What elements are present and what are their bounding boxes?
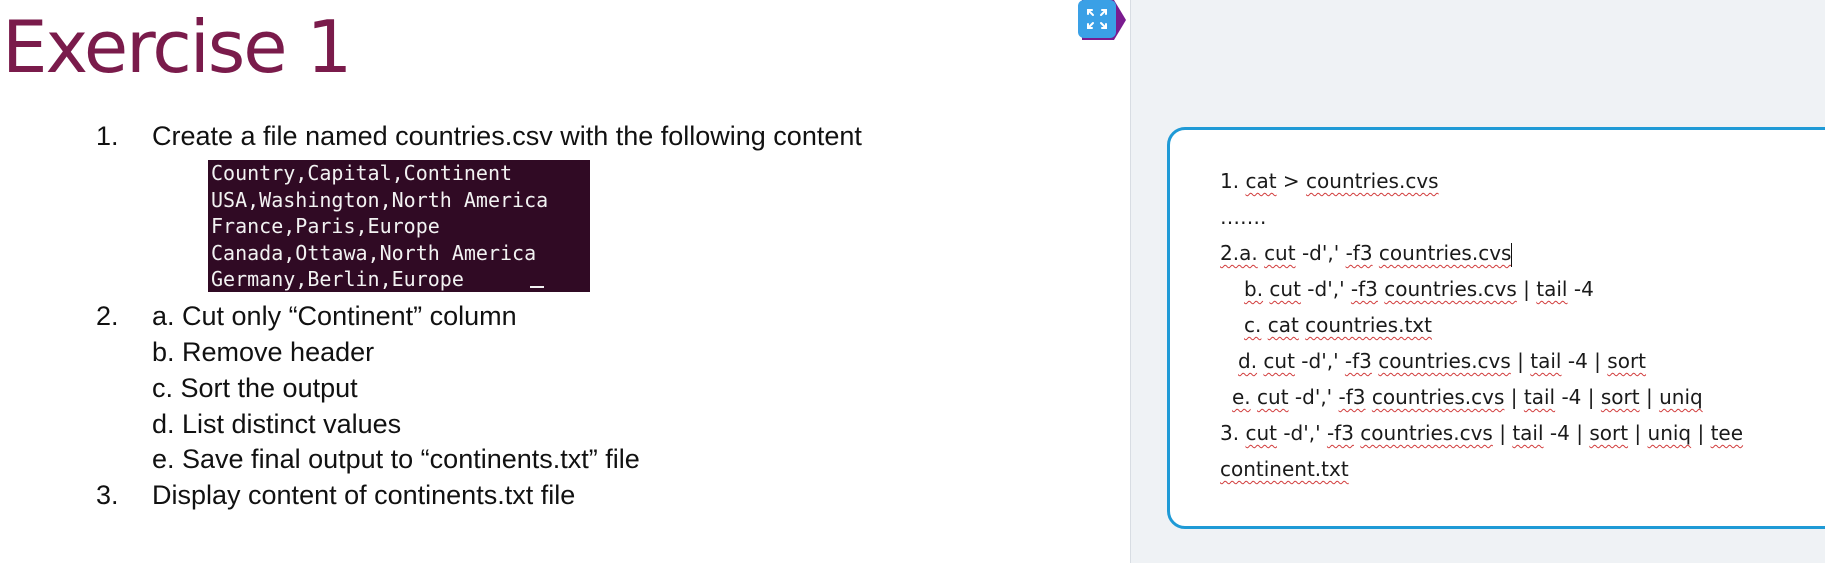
answer-file: countries.cvs (1371, 385, 1505, 409)
expand-button[interactable] (1078, 0, 1126, 40)
answer-line-9: continent.txt (1220, 455, 1349, 483)
answer-file: countries.cvs (1360, 421, 1493, 445)
answer-opt: -f3 (1350, 277, 1378, 301)
answer-pipe: | (1576, 421, 1583, 445)
answer-label: c. (1244, 313, 1262, 337)
answer-opt: -d',' (1283, 421, 1321, 445)
answer-line-6: d. cut -d',' -f3 countries.cvs | tail -4… (1238, 347, 1646, 375)
answer-pipe: | (1517, 349, 1524, 373)
answer-opt: -4 (1561, 385, 1582, 409)
answer-line-7: e. cut -d',' -f3 countries.cvs | tail -4… (1232, 383, 1703, 411)
answer-opt: -f3 (1326, 421, 1354, 445)
answer-pipe: | (1697, 421, 1705, 445)
answer-cmd: cut (1257, 385, 1289, 409)
answer-label: 2.a. (1220, 241, 1258, 265)
answer-label: e. (1232, 385, 1251, 409)
sub-item-e: e. Save final output to “continents.txt”… (152, 444, 640, 474)
answer-opt: -d',' (1294, 385, 1333, 409)
answer-cmd: cut (1264, 241, 1296, 265)
answer-opt: -4 (1549, 421, 1570, 445)
terminal-line: France,Paris,Europe (211, 214, 440, 238)
answer-tail: tail (1536, 277, 1568, 301)
list-text: Create a file named countries.csv with t… (152, 121, 862, 151)
answer-opt: -4 (1573, 277, 1594, 301)
answer-sort: sort (1607, 349, 1647, 373)
answer-line-5: c. cat countries.txt (1244, 311, 1432, 339)
sub-item-b: b. Remove header (152, 337, 375, 367)
answer-opt: -4 (1567, 349, 1588, 373)
answer-file: countries.cvs (1378, 241, 1512, 265)
expand-arrows-icon (1078, 0, 1126, 40)
terminal-line: USA,Washington,North America (211, 187, 549, 212)
answer-tail: tail (1523, 385, 1556, 409)
answer-opt: -f3 (1338, 385, 1366, 409)
answer-tee: tee (1710, 421, 1744, 445)
answer-cmd: cat (1245, 169, 1277, 193)
answer-file: countries.cvs (1306, 169, 1439, 193)
answer-sort: sort (1589, 421, 1629, 445)
answer-opt: -f3 (1344, 349, 1372, 373)
answer-line-4: b. cut -d',' -f3 countries.cvs | tail -4 (1244, 275, 1594, 303)
answer-pipe: | (1523, 277, 1530, 301)
answer-opt: -d',' (1301, 349, 1339, 373)
answer-label: b. (1244, 277, 1264, 301)
terminal-line: Germany,Berlin,Europe (211, 267, 464, 291)
answer-pipe: | (1634, 421, 1642, 445)
answer-pipe: | (1510, 385, 1518, 409)
answer-file: countries.cvs (1378, 349, 1511, 373)
answer-line-8: 3. cut -d',' -f3 countries.cvs | tail -4… (1220, 419, 1743, 447)
terminal-cursor (530, 286, 544, 288)
answer-file: continent.txt (1220, 457, 1349, 481)
list-number: 1. (96, 121, 119, 151)
answer-sep: > (1282, 169, 1300, 193)
answer-pipe: | (1645, 385, 1653, 409)
answer-opt: -f3 (1345, 241, 1373, 265)
list-number: 2. (96, 301, 119, 331)
answer-pipe: | (1499, 421, 1506, 445)
answer-line-1: 1. cat > countries.cvs (1220, 167, 1439, 195)
slide-title: Exercise 1 (2, 5, 352, 89)
answer-tail: tail (1512, 421, 1544, 445)
answer-opt: -d',' (1301, 241, 1340, 265)
text-caret (1511, 242, 1513, 267)
answer-file: countries.txt (1305, 313, 1432, 337)
list-number: 3. (96, 480, 119, 510)
sub-item-c: c. Sort the output (152, 373, 358, 403)
answer-uniq: uniq (1659, 385, 1703, 409)
answer-uniq: uniq (1647, 421, 1692, 445)
answer-label: 3. (1220, 421, 1240, 445)
answer-cmd: cut (1263, 349, 1295, 373)
sub-item-d: d. List distinct values (152, 409, 402, 439)
answer-pipe: | (1594, 349, 1601, 373)
answer-cmd: cut (1269, 277, 1301, 301)
terminal-line: Country,Capital,Continent (211, 161, 513, 185)
answer-cmd: cut (1245, 421, 1277, 445)
answer-line-2: ……. (1220, 205, 1267, 229)
answer-text-box[interactable]: 1. cat > countries.cvs ……. 2.a. cut -d',… (1167, 127, 1825, 529)
answer-sort: sort (1600, 385, 1640, 409)
answer-tail: tail (1530, 349, 1562, 373)
answer-label: d. (1238, 349, 1258, 373)
answer-label: 1. (1220, 169, 1240, 193)
slide: Exercise 1 1. Create a file named countr… (0, 0, 1130, 563)
answer-line-3: 2.a. cut -d',' -f3 countries.cvs (1220, 239, 1513, 267)
answer-file: countries.cvs (1384, 277, 1517, 301)
answer-opt: -d',' (1307, 277, 1345, 301)
answer-cmd: cat (1267, 313, 1299, 337)
terminal-line: Canada,Ottawa,North America (211, 240, 537, 265)
notes-panel: 1. cat > countries.cvs ……. 2.a. cut -d',… (1130, 0, 1825, 563)
list-text: Display content of continents.txt file (152, 480, 576, 510)
sub-item-a: a. Cut only “Continent” column (152, 301, 517, 331)
answer-pipe: | (1587, 385, 1595, 409)
terminal-screenshot: Country,Capital,Continent USA,Washington… (208, 160, 590, 292)
